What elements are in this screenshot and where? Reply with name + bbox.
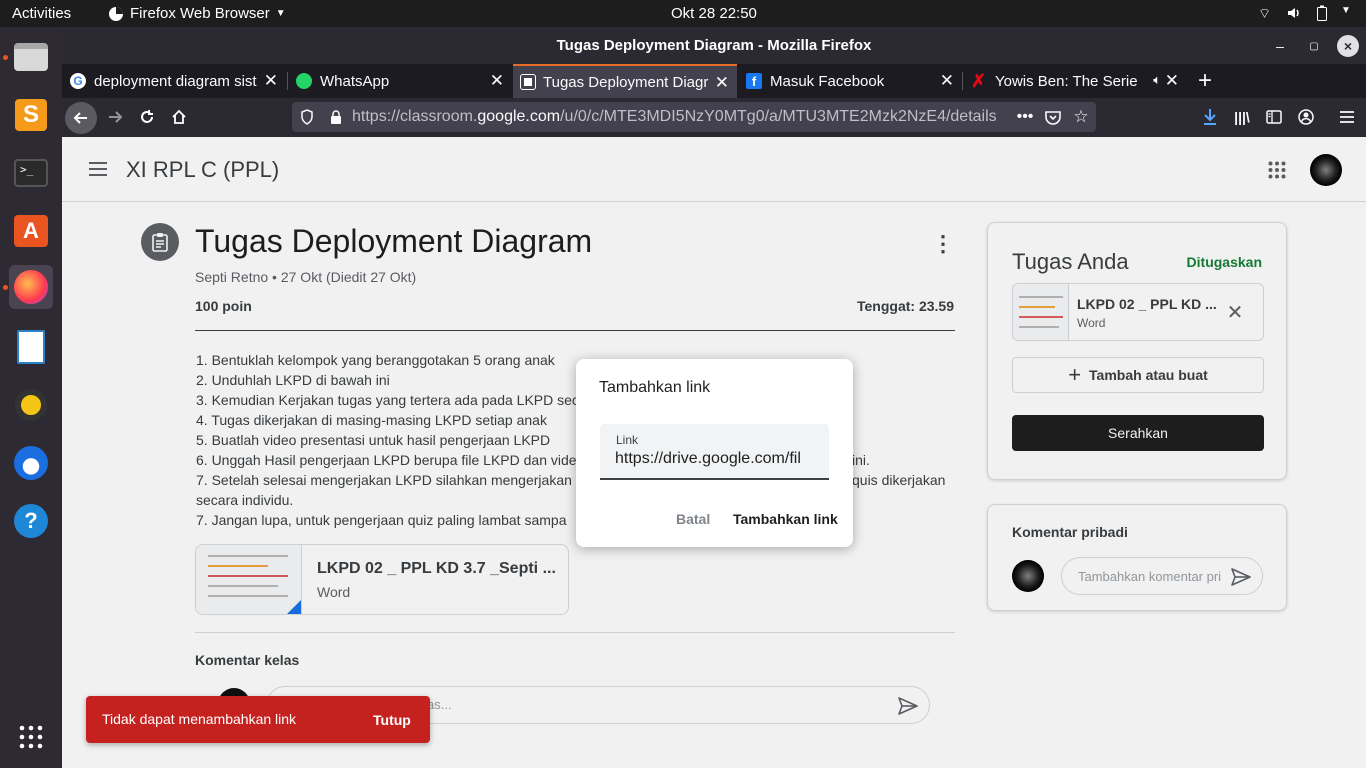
- tab-yowis-ben[interactable]: ✗ Yowis Ben: The Series 🔈︎ ✕: [963, 64, 1187, 98]
- snackbar-close-button[interactable]: Tutup: [373, 712, 411, 728]
- reload-icon[interactable]: [136, 106, 158, 128]
- close-tab-icon[interactable]: ✕: [940, 71, 954, 91]
- chevron-down-icon: ▼: [275, 8, 286, 19]
- tab-strip: G deployment diagram sist ✕ WhatsApp ✕ T…: [62, 64, 1366, 98]
- rhythmbox-icon[interactable]: [9, 383, 53, 427]
- sidebar-icon[interactable]: [1263, 106, 1285, 128]
- show-applications-icon[interactable]: [9, 715, 53, 759]
- cancel-label: Batal: [676, 511, 711, 527]
- hamburger-menu-icon[interactable]: [1336, 106, 1358, 128]
- google-favicon-icon: G: [70, 73, 86, 89]
- window-titlebar: Tugas Deployment Diagram - Mozilla Firef…: [62, 27, 1366, 64]
- tab-label: Masuk Facebook: [770, 72, 885, 90]
- firefox-window: Tugas Deployment Diagram - Mozilla Firef…: [62, 27, 1366, 768]
- tab-facebook[interactable]: f Masuk Facebook ✕: [738, 64, 962, 98]
- whatsapp-favicon-icon: [296, 73, 312, 89]
- back-icon[interactable]: [65, 102, 97, 134]
- link-field-label: Link: [616, 433, 639, 447]
- add-link-button[interactable]: Tambahkan link: [726, 505, 845, 533]
- close-tab-icon[interactable]: ✕: [490, 71, 504, 91]
- download-icon[interactable]: [1199, 106, 1221, 128]
- system-menu-chevron-icon[interactable]: ▼: [1341, 5, 1351, 16]
- dock: S >_ A ?: [0, 27, 62, 768]
- library-icon[interactable]: |||\: [1231, 106, 1253, 128]
- terminal-icon[interactable]: >_: [9, 151, 53, 195]
- help-icon[interactable]: ?: [9, 499, 53, 543]
- tracking-protection-shield-icon[interactable]: [298, 108, 316, 126]
- link-field-value: https://drive.google.com/fil: [615, 450, 801, 467]
- running-indicator: [3, 285, 8, 290]
- app-menu-label: Firefox Web Browser: [130, 5, 270, 22]
- url-bar[interactable]: https://classroom.google.com/u/0/c/MTE3M…: [292, 102, 1096, 132]
- link-field[interactable]: Link https://drive.google.com/fil: [600, 424, 829, 480]
- cancel-button[interactable]: Batal: [668, 505, 718, 533]
- home-icon[interactable]: [168, 106, 190, 128]
- tab-label: deployment diagram sist: [94, 72, 257, 90]
- tab-deployment-diagram[interactable]: G deployment diagram sist ✕: [62, 64, 286, 98]
- libreoffice-writer-icon[interactable]: [9, 325, 53, 369]
- sublime-text-icon[interactable]: S: [9, 93, 53, 137]
- files-app-icon[interactable]: [9, 35, 53, 79]
- bookmark-star-icon[interactable]: ☆: [1070, 107, 1092, 127]
- add-link-dialog: Tambahkan link Link https://drive.google…: [576, 359, 853, 547]
- url-text: https://classroom.google.com/u/0/c/MTE3M…: [352, 108, 997, 126]
- url-prefix: https://classroom.: [352, 108, 478, 125]
- forward-icon[interactable]: [104, 106, 126, 128]
- url-path: /u/0/c/MTE3MDI5NzY0MTg0/a/MTU3MTE2Mzk2Nz…: [560, 108, 997, 125]
- software-center-icon[interactable]: A: [9, 209, 53, 253]
- firefox-icon: [109, 6, 123, 21]
- activities-button[interactable]: Activities: [12, 5, 71, 22]
- dialog-title: Tambahkan link: [599, 379, 711, 396]
- classroom-favicon-icon: [520, 74, 536, 90]
- snackbar-message: Tidak dapat menambahkan link: [102, 711, 297, 727]
- navigation-bar: https://classroom.google.com/u/0/c/MTE3M…: [62, 98, 1366, 137]
- add-link-label: Tambahkan link: [733, 511, 838, 527]
- minimize-icon[interactable]: –: [1270, 37, 1290, 55]
- lock-icon[interactable]: [328, 108, 344, 126]
- gnome-top-bar: Activities Firefox Web Browser ▼ Okt 28 …: [0, 0, 1366, 27]
- network-icon[interactable]: ⌔: [1258, 5, 1271, 23]
- close-window-icon[interactable]: ×: [1337, 35, 1359, 57]
- battery-icon[interactable]: [1316, 5, 1328, 25]
- classroom-page: XI RPL C (PPL) Tugas Deployment Diagram …: [62, 137, 1366, 768]
- window-title: Tugas Deployment Diagram - Mozilla Firef…: [556, 37, 872, 54]
- page-actions-icon[interactable]: •••: [1014, 107, 1036, 127]
- url-domain: google.com: [477, 108, 561, 125]
- firefox-dock-icon[interactable]: [9, 265, 53, 309]
- close-tab-icon[interactable]: ✕: [264, 71, 278, 91]
- thunderbird-icon[interactable]: [9, 441, 53, 485]
- running-indicator: [3, 55, 8, 60]
- close-tab-icon[interactable]: ✕: [715, 73, 729, 93]
- tab-tugas-deployment-diagram[interactable]: Tugas Deployment Diagr ✕: [513, 64, 737, 98]
- x-favicon-icon: ✗: [971, 70, 987, 91]
- facebook-favicon-icon: f: [746, 73, 762, 89]
- tab-label: Tugas Deployment Diagr: [543, 73, 709, 91]
- error-snackbar: Tidak dapat menambahkan link Tutup: [86, 696, 430, 743]
- close-tab-icon[interactable]: ✕: [1165, 71, 1179, 91]
- pocket-icon[interactable]: [1042, 107, 1064, 127]
- tab-label: WhatsApp: [320, 72, 390, 90]
- maximize-icon[interactable]: ▢: [1304, 37, 1324, 55]
- tab-whatsapp[interactable]: WhatsApp ✕: [288, 64, 512, 98]
- clock[interactable]: Okt 28 22:50: [671, 5, 757, 22]
- app-menu[interactable]: Firefox Web Browser ▼: [108, 5, 286, 22]
- account-icon[interactable]: [1295, 106, 1317, 128]
- audio-playing-icon[interactable]: 🔈︎: [1153, 72, 1161, 88]
- volume-icon[interactable]: [1286, 5, 1302, 25]
- tab-label: Yowis Ben: The Series: [995, 72, 1137, 90]
- new-tab-icon[interactable]: +: [1192, 67, 1218, 94]
